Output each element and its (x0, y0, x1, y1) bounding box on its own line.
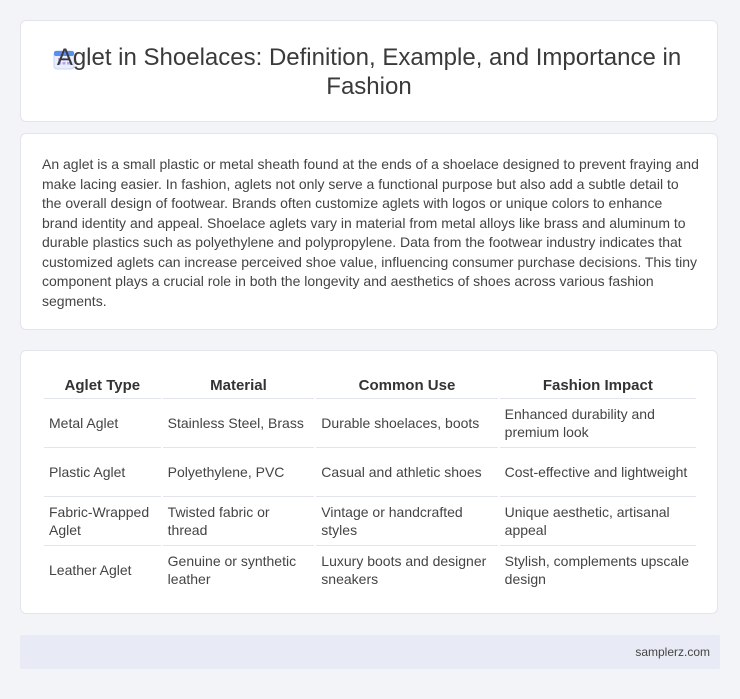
table-cell: Durable shoelaces, boots (316, 399, 498, 448)
table-row: Metal Aglet Stainless Steel, Brass Durab… (44, 399, 696, 448)
table-cell: Stylish, complements upscale design (504, 553, 690, 587)
description-text: An aglet is a small plastic or metal she… (42, 156, 699, 309)
footer-site-link[interactable]: samplerz.com (635, 645, 710, 659)
table-row: Leather Aglet Genuine or synthetic leath… (44, 546, 696, 594)
column-header: Material (162, 372, 315, 399)
table-row: Plastic Aglet Polyethylene, PVC Casual a… (44, 448, 696, 497)
column-header: Common Use (316, 372, 498, 399)
page-title: Aglet in Shoelaces: Definition, Example,… (56, 44, 682, 100)
table-cell: Enhanced durability and premium look (499, 399, 696, 448)
table-cell: Fabric-Wrapped Aglet (44, 497, 161, 546)
table-card: Aglet Type Material Common Use Fashion I… (20, 350, 718, 614)
table-header-row: Aglet Type Material Common Use Fashion I… (44, 372, 696, 399)
description-card: An aglet is a small plastic or metal she… (20, 133, 718, 330)
aglet-table: Aglet Type Material Common Use Fashion I… (42, 372, 698, 594)
table-cell: Vintage or handcrafted styles (316, 497, 498, 546)
column-header: Aglet Type (44, 372, 161, 399)
table-cell: Plastic Aglet (44, 448, 161, 497)
table-cell: Leather Aglet (49, 562, 132, 578)
table-cell: Twisted fabric or thread (162, 497, 315, 546)
table-cell: Luxury boots and designer sneakers (321, 553, 487, 587)
table-cell: Metal Aglet (44, 399, 161, 448)
table-cell: Unique aesthetic, artisanal appeal (499, 497, 696, 546)
table-cell: Stainless Steel, Brass (162, 399, 315, 448)
title-card: Aglet in Shoelaces: Definition, Example,… (20, 20, 718, 122)
table-row: Fabric-Wrapped Aglet Twisted fabric or t… (44, 497, 696, 546)
table-cell: Genuine or synthetic leather (167, 553, 297, 587)
table-cell: Polyethylene, PVC (162, 448, 315, 497)
column-header: Fashion Impact (499, 372, 696, 399)
table-cell: Casual and athletic shoes (316, 448, 498, 497)
footer: samplerz.com (20, 635, 720, 669)
table-cell: Cost-effective and lightweight (499, 448, 696, 497)
